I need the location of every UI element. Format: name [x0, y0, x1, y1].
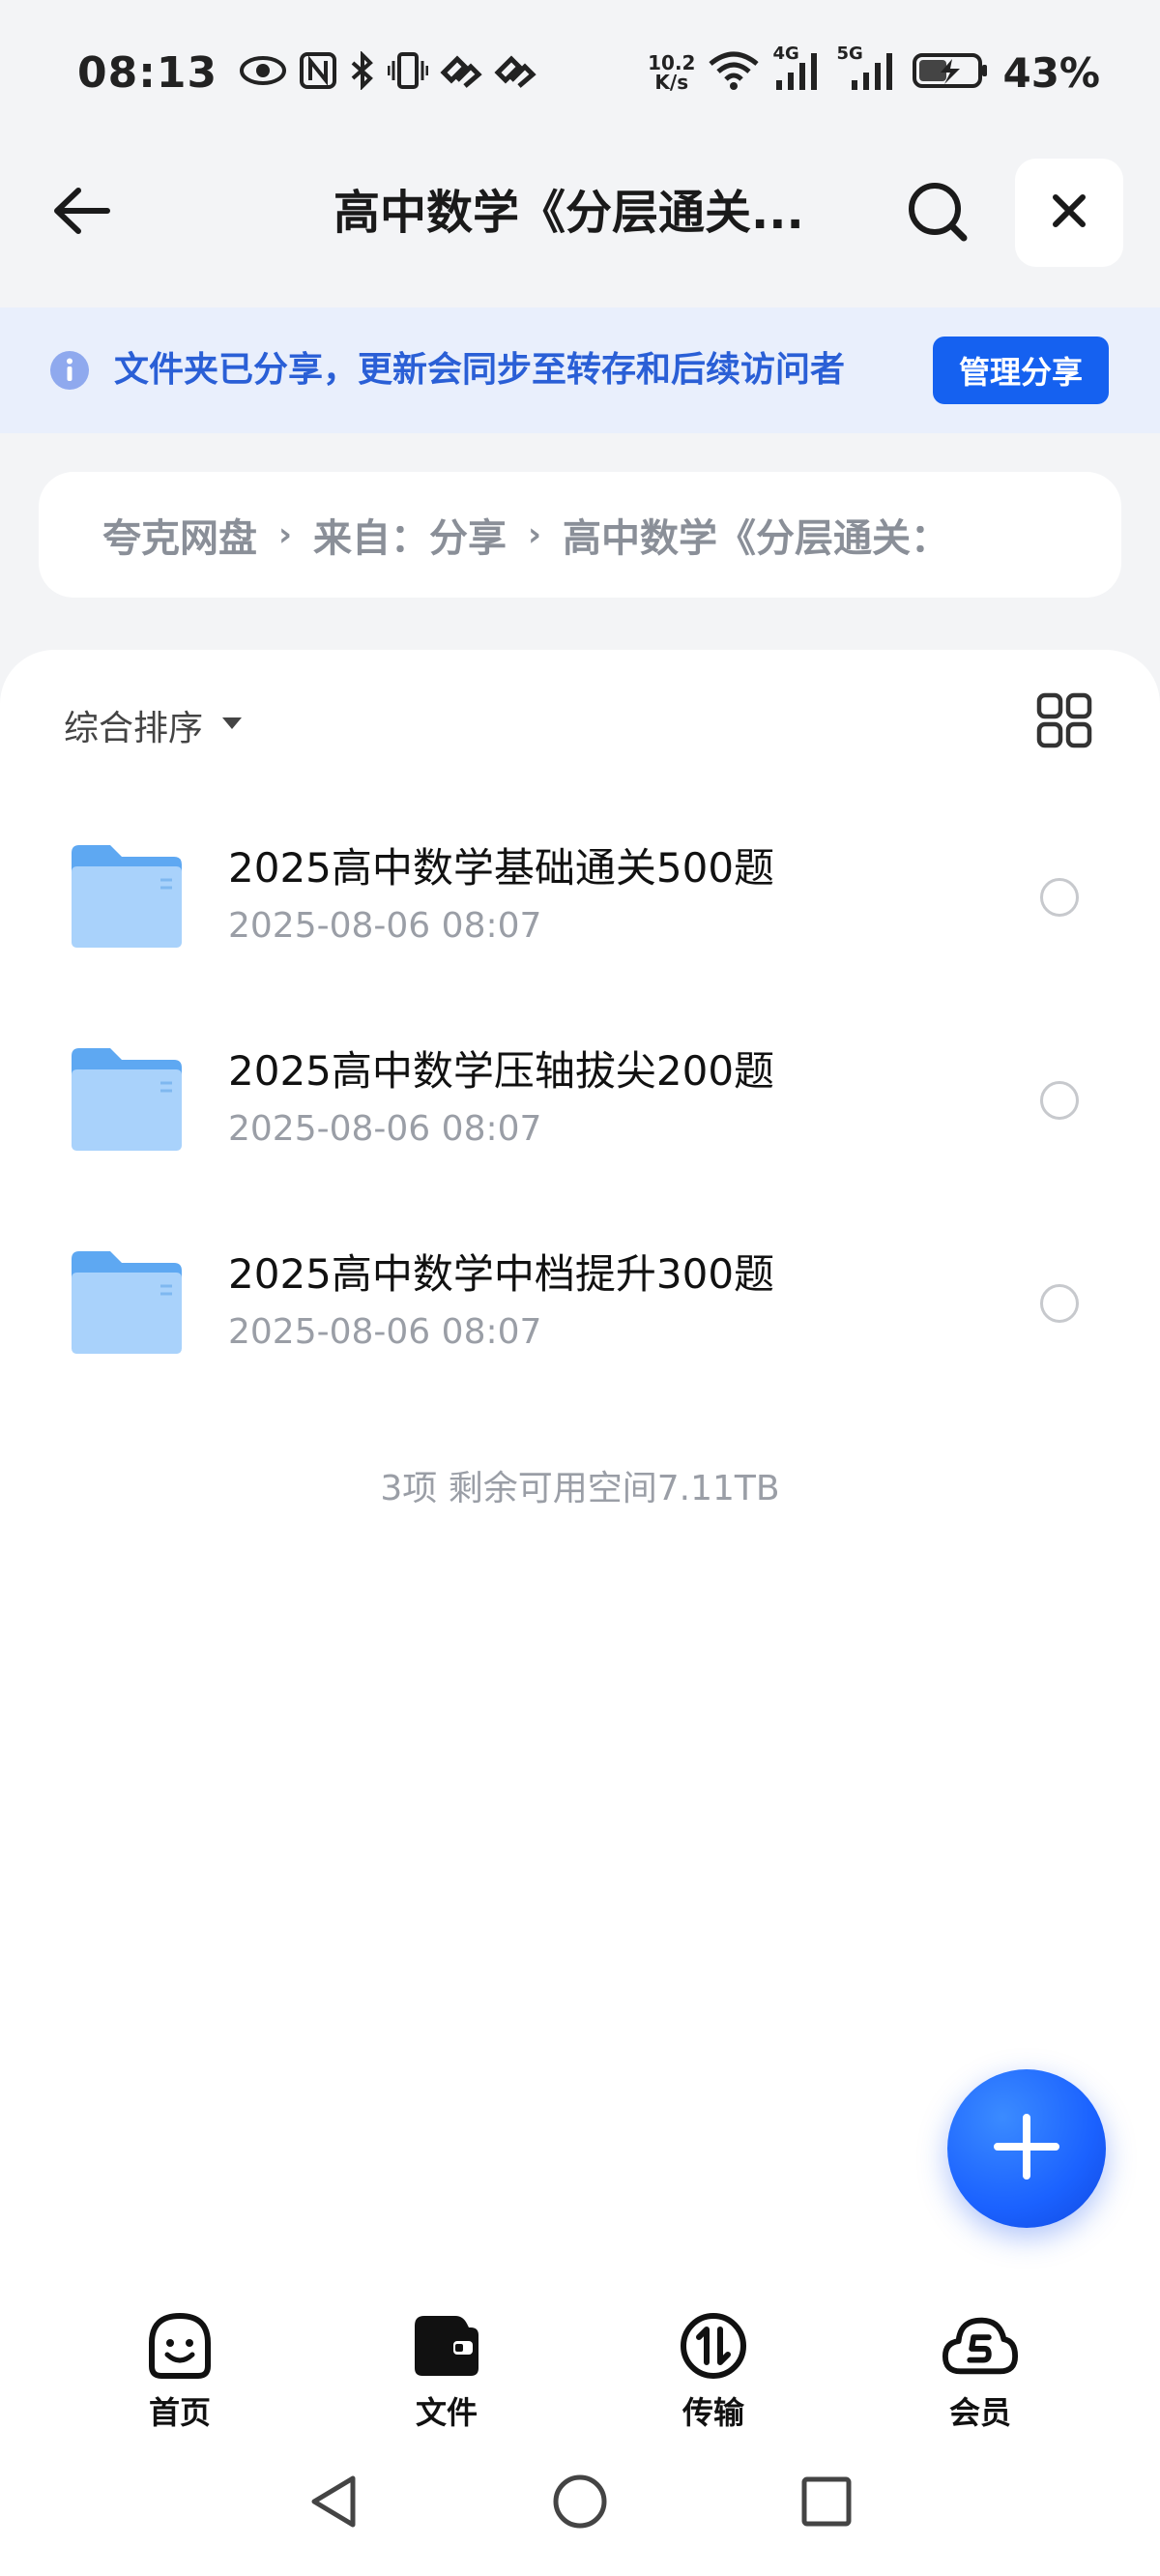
list-item[interactable]: 2025高中数学压轴拔尖200题 2025-08-06 08:07 — [0, 1017, 1160, 1220]
grid-view-button[interactable] — [1036, 692, 1092, 748]
search-icon — [906, 180, 970, 248]
eye-icon — [239, 54, 287, 91]
nav-item-vip[interactable]: 会员 — [903, 2307, 1058, 2433]
close-button[interactable] — [1015, 159, 1123, 267]
title-bar: 高中数学《分层通关... — [0, 155, 1160, 271]
select-checkbox[interactable] — [1040, 1081, 1079, 1120]
select-checkbox[interactable] — [1040, 878, 1079, 917]
system-back-button[interactable] — [300, 2470, 367, 2537]
file-date: 2025-08-06 08:07 — [228, 1109, 542, 1149]
back-arrow-icon — [51, 185, 113, 241]
smiley-home-icon — [141, 2307, 218, 2385]
caret-down-icon — [220, 716, 244, 735]
wifi-icon — [709, 50, 760, 95]
manage-share-button[interactable]: 管理分享 — [933, 337, 1109, 404]
sort-dropdown[interactable]: 综合排序 — [64, 700, 244, 750]
storage-summary: 3项 剩余可用空间7.11TB — [380, 1469, 780, 1508]
battery-charging-icon — [912, 51, 989, 94]
nav-item-transfer[interactable]: 传输 — [636, 2307, 791, 2433]
share-message: 文件夹已分享，更新会同步至转存和后续访问者 — [114, 350, 846, 390]
nfc-icon — [299, 51, 337, 94]
close-icon — [1050, 191, 1088, 234]
file-list: 2025高中数学基础通关500题 2025-08-06 08:07 2025高中… — [0, 814, 1160, 1423]
signal-icon: 4G — [772, 44, 823, 96]
back-button[interactable] — [48, 182, 116, 244]
page-title: 高中数学《分层通关... — [334, 186, 804, 240]
list-item[interactable]: 2025高中数学中档提升300题 2025-08-06 08:07 — [0, 1220, 1160, 1423]
file-date: 2025-08-06 08:07 — [228, 1312, 542, 1352]
info-icon — [50, 351, 89, 390]
folder-icon — [68, 1249, 186, 1358]
plus-icon — [992, 2112, 1061, 2185]
nav-item-files[interactable]: 文件 — [369, 2307, 524, 2433]
list-item[interactable]: 2025高中数学基础通关500题 2025-08-06 08:07 — [0, 814, 1160, 1017]
nav-label: 会员 — [948, 2394, 1011, 2431]
chevron-right-icon: › — [528, 515, 542, 554]
add-button[interactable] — [947, 2069, 1106, 2228]
nav-label: 传输 — [682, 2394, 744, 2431]
system-home-button[interactable] — [546, 2470, 614, 2537]
file-name: 2025高中数学中档提升300题 — [228, 1250, 775, 1298]
nav-item-home[interactable]: 首页 — [102, 2307, 257, 2433]
share-banner: 文件夹已分享，更新会同步至转存和后续访问者 管理分享 — [0, 307, 1160, 433]
breadcrumb-item[interactable]: 来自：分享 — [313, 507, 507, 563]
link-icon — [494, 53, 536, 92]
status-bar: 08:13 10.2 K/s 4G 5G 43% — [0, 0, 1160, 145]
folder-wallet-icon — [408, 2307, 485, 2385]
breadcrumb-item[interactable]: 高中数学《分层通关： — [563, 507, 949, 563]
breadcrumb-item[interactable]: 夸克网盘 — [102, 507, 257, 563]
network-speed: 10.2 K/s — [648, 51, 696, 94]
bluetooth-icon — [349, 50, 376, 94]
circle-home-icon — [551, 2473, 609, 2534]
signal-icon: 5G — [836, 44, 898, 96]
vip-cloud-icon — [942, 2307, 1019, 2385]
chevron-right-icon: › — [278, 515, 293, 554]
system-recents-button[interactable] — [793, 2470, 860, 2537]
file-name: 2025高中数学压轴拔尖200题 — [228, 1047, 775, 1095]
nav-label: 首页 — [148, 2394, 211, 2431]
search-button[interactable] — [904, 180, 972, 248]
select-checkbox[interactable] — [1040, 1284, 1079, 1323]
sort-label: 综合排序 — [64, 709, 204, 748]
folder-icon — [68, 843, 186, 951]
triangle-back-icon — [306, 2473, 361, 2534]
breadcrumb: 夸克网盘 › 来自：分享 › 高中数学《分层通关： — [39, 472, 1121, 598]
bottom-nav: 首页 文件 传输 会员 — [0, 2294, 1160, 2439]
transfer-icon — [675, 2307, 752, 2385]
square-recents-icon — [799, 2474, 854, 2532]
battery-percent: 43% — [1002, 48, 1100, 97]
system-nav-bar — [0, 2439, 1160, 2576]
vibrate-icon — [387, 51, 429, 94]
file-name: 2025高中数学基础通关500题 — [228, 844, 775, 892]
file-date: 2025-08-06 08:07 — [228, 906, 542, 946]
grid-view-icon — [1036, 692, 1092, 752]
link-icon — [440, 53, 482, 92]
folder-icon — [68, 1046, 186, 1155]
status-time: 08:13 — [77, 47, 218, 98]
nav-label: 文件 — [415, 2394, 478, 2431]
